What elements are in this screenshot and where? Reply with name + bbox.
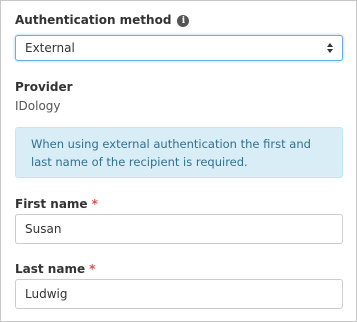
first-name-input[interactable] <box>15 214 343 244</box>
auth-method-label-text: Authentication method <box>15 13 172 27</box>
recipient-authentication-panel: Authentication method i External Provider… <box>0 0 357 322</box>
provider-value: IDology <box>15 99 61 113</box>
required-marker: * <box>91 197 98 211</box>
provider-label: Provider <box>15 80 73 94</box>
first-name-label: First name * <box>15 196 98 212</box>
info-icon[interactable]: i <box>177 15 190 27</box>
auth-method-selected-value: External <box>25 41 75 55</box>
last-name-input[interactable] <box>15 279 343 309</box>
info-alert: When using external authentication the f… <box>15 127 343 178</box>
first-name-label-text: First name <box>15 197 88 211</box>
auth-method-label: Authentication method i <box>15 12 190 28</box>
last-name-label: Last name * <box>15 261 95 277</box>
last-name-label-text: Last name <box>15 262 86 276</box>
select-caret-icon <box>327 43 333 53</box>
required-marker: * <box>89 262 96 276</box>
auth-method-select[interactable]: External <box>15 35 343 61</box>
